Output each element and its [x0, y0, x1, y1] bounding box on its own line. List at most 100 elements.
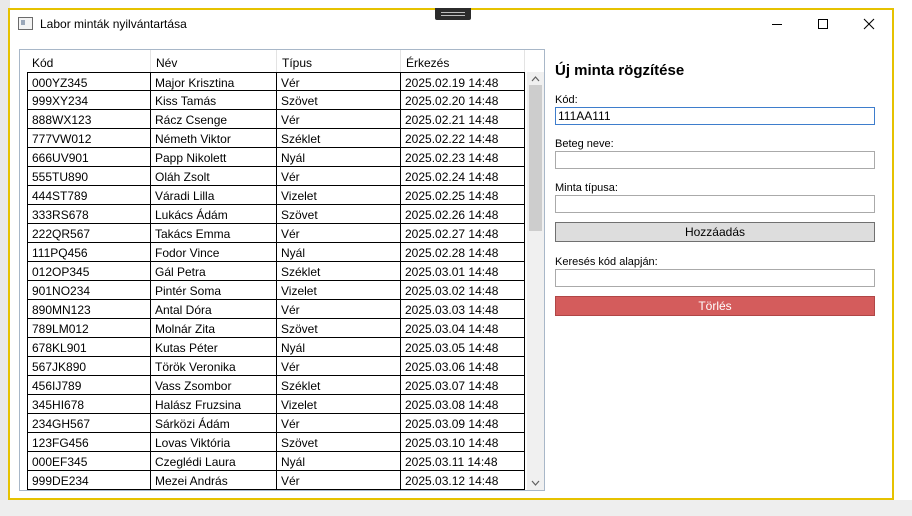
title-bar[interactable]: Labor minták nyilvántartása [10, 8, 892, 38]
cell-name[interactable]: Papp Nikolett [151, 148, 277, 167]
cell-arrival[interactable]: 2025.02.20 14:48 [401, 91, 525, 110]
cell-arrival[interactable]: 2025.03.11 14:48 [401, 452, 525, 471]
cell-name[interactable]: Németh Viktor [151, 129, 277, 148]
column-header-code[interactable]: Kód [27, 50, 151, 72]
table-row[interactable]: 012OP345 Gál Petra Széklet 2025.03.01 14:48 [27, 262, 525, 281]
cell-name[interactable]: Fodor Vince [151, 243, 277, 262]
maximize-button[interactable] [800, 10, 846, 38]
cell-name[interactable]: Kutas Péter [151, 338, 277, 357]
table-row[interactable]: 678KL901 Kutas Péter Nyál 2025.03.05 14:48 [27, 338, 525, 357]
cell-arrival[interactable]: 2025.03.05 14:48 [401, 338, 525, 357]
cell-type[interactable]: Vér [277, 167, 401, 186]
table-row[interactable]: 456IJ789 Vass Zsombor Széklet 2025.03.07 14… [27, 376, 525, 395]
cell-type[interactable]: Nyál [277, 148, 401, 167]
cell-name[interactable]: Antal Dóra [151, 300, 277, 319]
cell-name[interactable]: Lovas Viktória [151, 433, 277, 452]
table-row[interactable]: 222QR567 Takács Emma Vér 2025.02.27 14:48 [27, 224, 525, 243]
cell-code[interactable]: 456IJ789 [27, 376, 151, 395]
cell-type[interactable]: Nyál [277, 338, 401, 357]
cell-name[interactable]: Major Krisztina [151, 72, 277, 91]
cell-name[interactable]: Rácz Csenge [151, 110, 277, 129]
cell-code[interactable]: 222QR567 [27, 224, 151, 243]
table-row[interactable]: 234GH567 Sárközi Ádám Vér 2025.03.09 14:48 [27, 414, 525, 433]
cell-name[interactable]: Lukács Ádám [151, 205, 277, 224]
cell-arrival[interactable]: 2025.03.02 14:48 [401, 281, 525, 300]
cell-code[interactable]: 345HI678 [27, 395, 151, 414]
cell-code[interactable]: 888WX123 [27, 110, 151, 129]
cell-type[interactable]: Vér [277, 471, 401, 490]
cell-arrival[interactable]: 2025.02.19 14:48 [401, 72, 525, 91]
cell-code[interactable]: 000EF345 [27, 452, 151, 471]
close-button[interactable] [846, 10, 892, 38]
sample-type-input[interactable] [555, 195, 875, 213]
cell-arrival[interactable]: 2025.03.12 14:48 [401, 471, 525, 490]
drag-grip-icon[interactable] [435, 8, 471, 20]
cell-code[interactable]: 789LM012 [27, 319, 151, 338]
cell-type[interactable]: Nyál [277, 243, 401, 262]
cell-arrival[interactable]: 2025.03.10 14:48 [401, 433, 525, 452]
cell-name[interactable]: Halász Fruzsina [151, 395, 277, 414]
cell-code[interactable]: 901NO234 [27, 281, 151, 300]
cell-code[interactable]: 000YZ345 [27, 72, 151, 91]
cell-code[interactable]: 111PQ456 [27, 243, 151, 262]
column-header-arrival[interactable]: Érkezés [401, 50, 525, 72]
cell-name[interactable]: Török Veronika [151, 357, 277, 376]
table-row[interactable]: 444ST789 Váradi Lilla Vizelet 2025.02.25 14… [27, 186, 525, 205]
scrollbar-thumb[interactable] [529, 85, 542, 231]
table-row[interactable]: 999XY234 Kiss Tamás Szövet 2025.02.20 14:48 [27, 91, 525, 110]
cell-code[interactable]: 890MN123 [27, 300, 151, 319]
code-input[interactable] [555, 107, 875, 125]
cell-name[interactable]: Pintér Soma [151, 281, 277, 300]
cell-code[interactable]: 666UV901 [27, 148, 151, 167]
cell-arrival[interactable]: 2025.03.01 14:48 [401, 262, 525, 281]
cell-name[interactable]: Czeglédi Laura [151, 452, 277, 471]
cell-arrival[interactable]: 2025.02.24 14:48 [401, 167, 525, 186]
delete-button[interactable]: Törlés [555, 296, 875, 316]
table-row[interactable]: 999DE234 Mezei András Vér 2025.03.12 14:48 [27, 471, 525, 490]
cell-name[interactable]: Vass Zsombor [151, 376, 277, 395]
table-row[interactable]: 333RS678 Lukács Ádám Szövet 2025.02.26 14:4… [27, 205, 525, 224]
cell-code[interactable]: 567JK890 [27, 357, 151, 376]
table-row[interactable]: 345HI678 Halász Fruzsina Vizelet 2025.03.08… [27, 395, 525, 414]
table-row[interactable]: 000EF345 Czeglédi Laura Nyál 2025.03.11 14:… [27, 452, 525, 471]
add-button[interactable]: Hozzáadás [555, 222, 875, 242]
table-row[interactable]: 567JK890 Török Veronika Vér 2025.03.06 14:4… [27, 357, 525, 376]
cell-code[interactable]: 678KL901 [27, 338, 151, 357]
cell-name[interactable]: Sárközi Ádám [151, 414, 277, 433]
cell-arrival[interactable]: 2025.03.06 14:48 [401, 357, 525, 376]
minimize-button[interactable] [754, 10, 800, 38]
cell-type[interactable]: Vér [277, 110, 401, 129]
cell-arrival[interactable]: 2025.03.04 14:48 [401, 319, 525, 338]
cell-arrival[interactable]: 2025.03.08 14:48 [401, 395, 525, 414]
cell-code[interactable]: 123FG456 [27, 433, 151, 452]
cell-name[interactable]: Mezei András [151, 471, 277, 490]
cell-arrival[interactable]: 2025.02.26 14:48 [401, 205, 525, 224]
table-row[interactable]: 789LM012 Molnár Zita Szövet 2025.03.04 14:4… [27, 319, 525, 338]
cell-arrival[interactable]: 2025.03.09 14:48 [401, 414, 525, 433]
cell-type[interactable]: Szövet [277, 433, 401, 452]
table-row[interactable]: 111PQ456 Fodor Vince Nyál 2025.02.28 14:48 [27, 243, 525, 262]
cell-code[interactable]: 999DE234 [27, 471, 151, 490]
cell-name[interactable]: Molnár Zita [151, 319, 277, 338]
cell-code[interactable]: 444ST789 [27, 186, 151, 205]
cell-type[interactable]: Szövet [277, 91, 401, 110]
cell-arrival[interactable]: 2025.02.27 14:48 [401, 224, 525, 243]
cell-type[interactable]: Vizelet [277, 186, 401, 205]
search-input[interactable] [555, 269, 875, 287]
cell-type[interactable]: Széklet [277, 376, 401, 395]
cell-arrival[interactable]: 2025.02.25 14:48 [401, 186, 525, 205]
cell-type[interactable]: Vér [277, 357, 401, 376]
table-row[interactable]: 888WX123 Rácz Csenge Vér 2025.02.21 14:48 [27, 110, 525, 129]
cell-type[interactable]: Vér [277, 224, 401, 243]
column-header-name[interactable]: Név [151, 50, 277, 72]
scroll-up-icon[interactable] [530, 74, 541, 84]
cell-type[interactable]: Vizelet [277, 395, 401, 414]
cell-type[interactable]: Vér [277, 414, 401, 433]
cell-code[interactable]: 777VW012 [27, 129, 151, 148]
cell-type[interactable]: Vér [277, 300, 401, 319]
cell-name[interactable]: Kiss Tamás [151, 91, 277, 110]
cell-type[interactable]: Vizelet [277, 281, 401, 300]
column-header-type[interactable]: Típus [277, 50, 401, 72]
table-row[interactable]: 666UV901 Papp Nikolett Nyál 2025.02.23 14:4… [27, 148, 525, 167]
cell-name[interactable]: Takács Emma [151, 224, 277, 243]
